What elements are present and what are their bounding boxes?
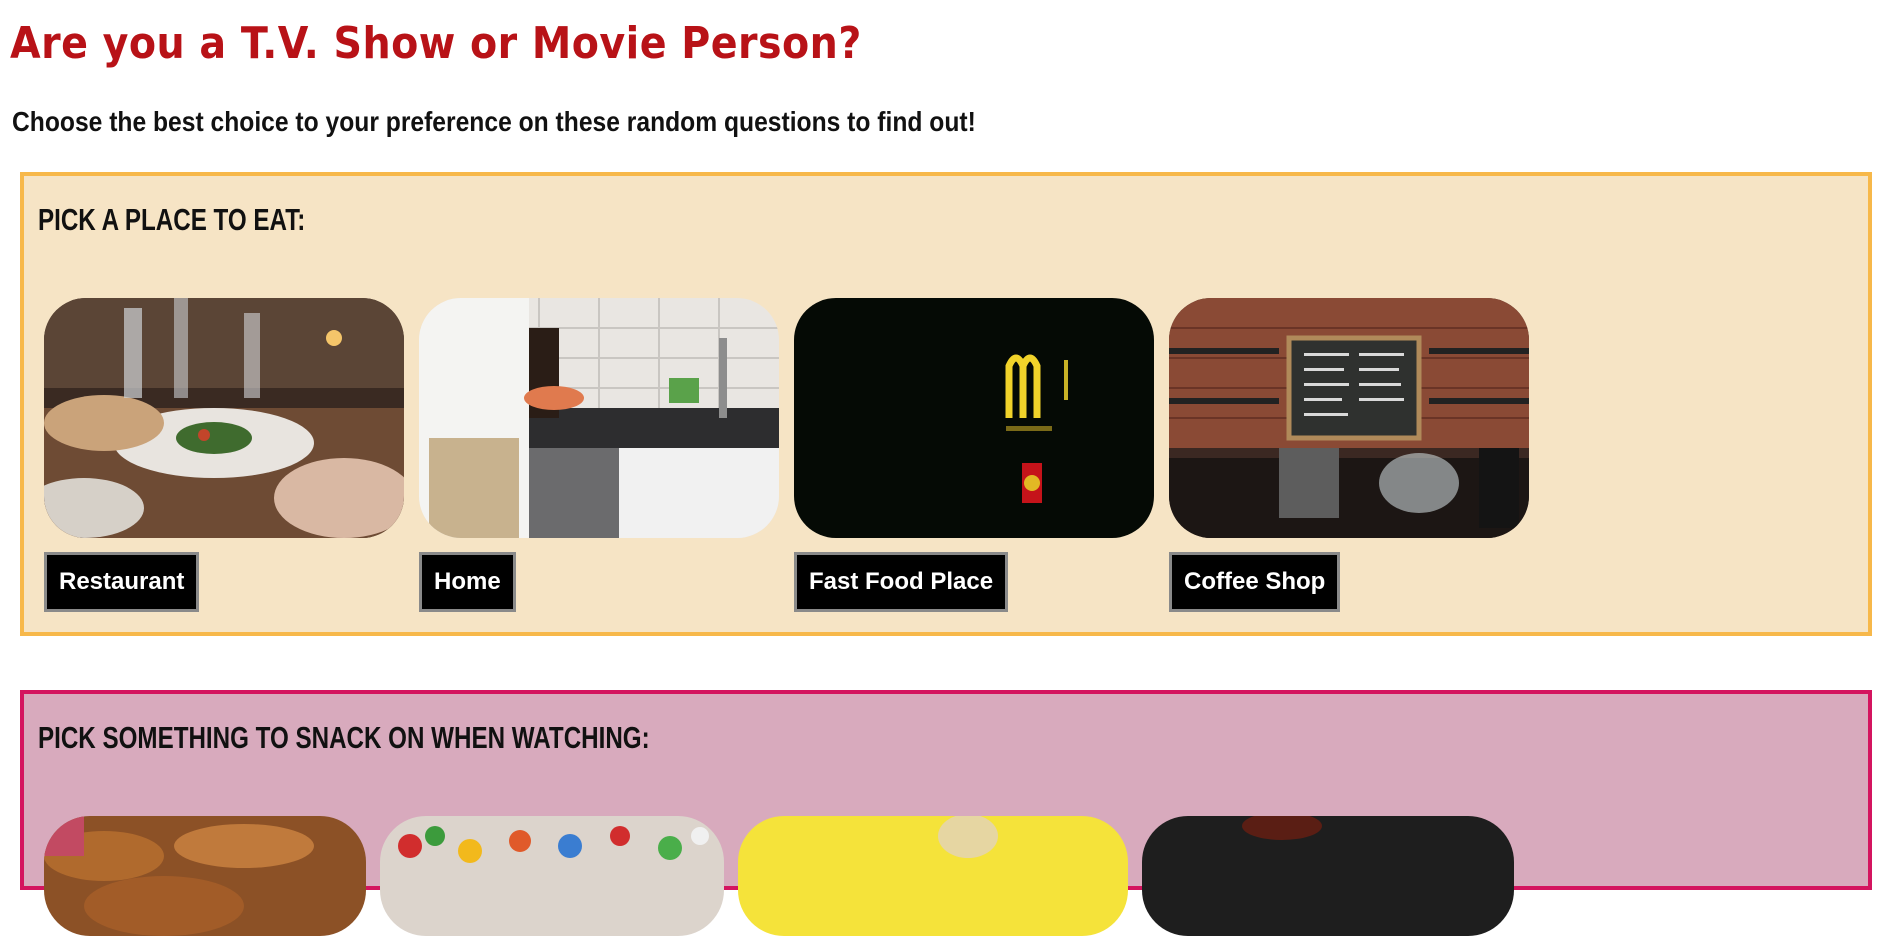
pretzel-snack-image[interactable] [44,816,366,936]
restaurant-image[interactable] [44,298,404,538]
question-place-to-eat: Pick a place to eat: Restaurant [20,172,1872,636]
coffee-shop-image[interactable] [1169,298,1529,538]
option-coffee-shop: Coffee Shop [1169,298,1529,612]
page-subtitle: Choose the best choice to your preferenc… [12,106,976,137]
dark-snack-image[interactable] [1142,816,1514,936]
fast-food-button[interactable]: Fast Food Place [794,552,1009,612]
question-heading: Pick something to snack on when watching… [38,720,650,755]
coffee-shop-button[interactable]: Coffee Shop [1169,552,1341,612]
home-kitchen-image[interactable] [419,298,779,538]
option-restaurant: Restaurant [44,298,404,612]
option-home: Home [419,298,779,612]
question-heading: Pick a place to eat: [38,202,306,237]
fast-food-image[interactable] [794,298,1154,538]
home-button[interactable]: Home [419,552,516,612]
chips-snack-image[interactable] [738,816,1128,936]
page-title: Are you a T.V. Show or Movie Person? [10,18,862,69]
candy-snack-image[interactable] [380,816,724,936]
option-fast-food: Fast Food Place [794,298,1154,612]
restaurant-button[interactable]: Restaurant [44,552,200,612]
question-snack: Pick something to snack on when watching… [20,690,1872,936]
